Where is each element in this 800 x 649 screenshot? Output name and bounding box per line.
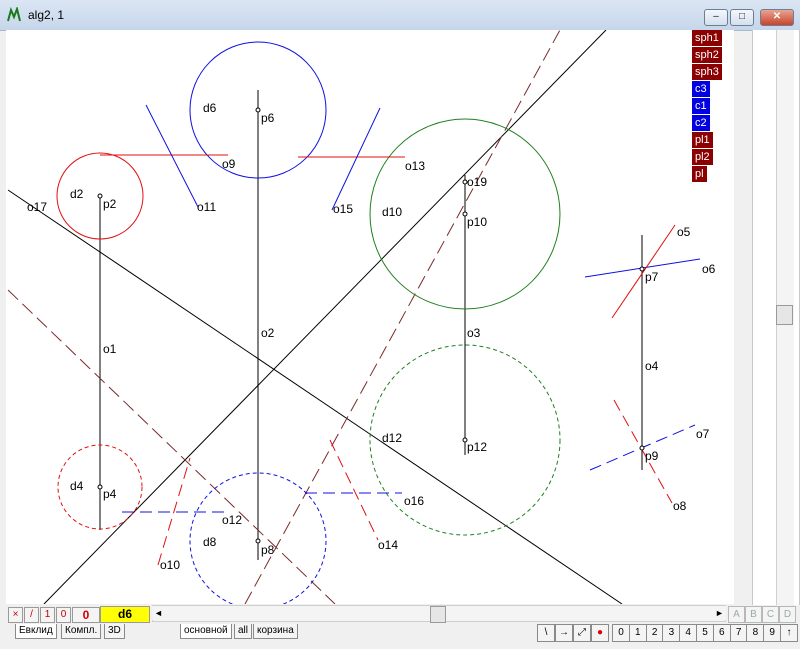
scroll-left-icon[interactable]: ◄ bbox=[152, 606, 165, 620]
label-p8: p8 bbox=[261, 543, 275, 557]
vertical-scroll-thumb[interactable] bbox=[776, 305, 793, 325]
arrow-button[interactable]: → bbox=[555, 624, 573, 642]
layer-b-button[interactable]: B bbox=[745, 606, 762, 623]
label-d10: d10 bbox=[382, 205, 402, 219]
label-o9: o9 bbox=[222, 157, 236, 171]
number-button-4[interactable]: 4 bbox=[679, 624, 698, 642]
number-button-5[interactable]: 5 bbox=[696, 624, 714, 642]
minimize-button[interactable]: – bbox=[704, 9, 728, 26]
number-button-0[interactable]: 0 bbox=[612, 624, 630, 642]
label-d8: d8 bbox=[203, 535, 217, 549]
label-o5: o5 bbox=[677, 225, 691, 239]
label-p7: p7 bbox=[645, 270, 659, 284]
tool-one[interactable]: 1 bbox=[40, 607, 55, 623]
line-d10 bbox=[43, 30, 607, 604]
layer-a-button[interactable]: A bbox=[728, 606, 745, 623]
label-o8: o8 bbox=[673, 499, 687, 513]
label-p12: p12 bbox=[467, 440, 487, 454]
number-button-7[interactable]: 7 bbox=[729, 624, 748, 642]
label-d6: d6 bbox=[203, 101, 217, 115]
horizontal-scroll-thumb[interactable] bbox=[430, 606, 446, 623]
legend-item-sph2[interactable]: sph2 bbox=[692, 47, 722, 63]
legend-item-c3[interactable]: c3 bbox=[692, 81, 710, 97]
number-button-1[interactable]: 1 bbox=[628, 624, 647, 642]
label-o6: o6 bbox=[702, 262, 716, 276]
label-p10: p10 bbox=[467, 215, 487, 229]
legend-item-sph1[interactable]: sph1 bbox=[692, 30, 722, 46]
label-p4: p4 bbox=[103, 487, 117, 501]
label-o19: o19 bbox=[467, 175, 487, 189]
layer-c-button[interactable]: C bbox=[762, 606, 779, 623]
legend-item-pl2[interactable]: pl2 bbox=[692, 149, 713, 165]
legend-item-sph3[interactable]: sph3 bbox=[692, 64, 722, 80]
legend-item-pl[interactable]: pl bbox=[692, 166, 707, 182]
tab-trash[interactable]: корзина bbox=[253, 624, 298, 639]
tool-x[interactable]: × bbox=[8, 607, 23, 623]
tab-main[interactable]: основной bbox=[180, 624, 232, 639]
legend-item-c2[interactable]: c2 bbox=[692, 115, 710, 131]
resize-button[interactable]: ⤢ bbox=[573, 624, 591, 642]
scroll-right-icon[interactable]: ► bbox=[713, 606, 726, 620]
app-icon bbox=[7, 7, 21, 22]
label-o1: o1 bbox=[103, 342, 117, 356]
number-button-2[interactable]: 2 bbox=[645, 624, 664, 642]
label-o14: o14 bbox=[378, 538, 398, 552]
label-p9: p9 bbox=[645, 449, 659, 463]
legend-item-pl1[interactable]: pl1 bbox=[692, 132, 713, 148]
number-button-10[interactable]: ↑ bbox=[780, 624, 798, 642]
number-button-6[interactable]: 6 bbox=[712, 624, 731, 642]
tool-zero-small[interactable]: 0 bbox=[56, 607, 71, 623]
snap-line-button[interactable]: \ bbox=[537, 624, 555, 642]
title-bar: alg2, 1 – □ ✕ bbox=[0, 0, 800, 31]
label-o16: o16 bbox=[404, 494, 424, 508]
counter-display: 0 bbox=[72, 607, 100, 623]
label-d2: d2 bbox=[70, 187, 84, 201]
number-button-3[interactable]: 3 bbox=[662, 624, 681, 642]
window-title: alg2, 1 bbox=[28, 8, 65, 22]
label-o13: o13 bbox=[405, 159, 425, 173]
current-object-field[interactable]: d6 bbox=[100, 606, 150, 623]
label-o11: o11 bbox=[197, 200, 216, 214]
label-p6: p6 bbox=[261, 111, 275, 125]
tab-all[interactable]: all bbox=[234, 624, 253, 639]
label-o7: o7 bbox=[696, 427, 710, 441]
label-o4: o4 bbox=[645, 359, 659, 373]
tab-euclid[interactable]: Евклид bbox=[15, 624, 57, 639]
tool-slash[interactable]: / bbox=[24, 607, 39, 623]
number-button-9[interactable]: 9 bbox=[763, 624, 782, 642]
maximize-button[interactable]: □ bbox=[730, 9, 754, 26]
label-o17: o17 bbox=[27, 200, 47, 214]
label-o3: o3 bbox=[467, 326, 481, 340]
tab-compl[interactable]: Компл. bbox=[61, 624, 102, 639]
label-o15: o15 bbox=[333, 202, 353, 216]
label-o12: o12 bbox=[222, 513, 242, 527]
label-o10: o10 bbox=[160, 558, 180, 572]
label-p2: p2 bbox=[103, 197, 117, 211]
label-d12: d12 bbox=[382, 431, 402, 445]
number-button-8[interactable]: 8 bbox=[746, 624, 765, 642]
record-button[interactable]: ● bbox=[591, 624, 609, 642]
label-o2: o2 bbox=[261, 326, 275, 340]
label-d4: d4 bbox=[70, 479, 84, 493]
legend-item-c1[interactable]: c1 bbox=[692, 98, 710, 114]
tab-3d[interactable]: 3D bbox=[104, 624, 125, 639]
drawing-canvas[interactable]: d6 p6 o9 o11 o13 o15 d10 o19 p10 d2 p2 o… bbox=[6, 30, 734, 604]
close-button[interactable]: ✕ bbox=[760, 9, 794, 26]
geometry-drawing: d6 p6 o9 o11 o13 o15 d10 o19 p10 d2 p2 o… bbox=[7, 30, 716, 604]
layer-d-button[interactable]: D bbox=[779, 606, 796, 623]
